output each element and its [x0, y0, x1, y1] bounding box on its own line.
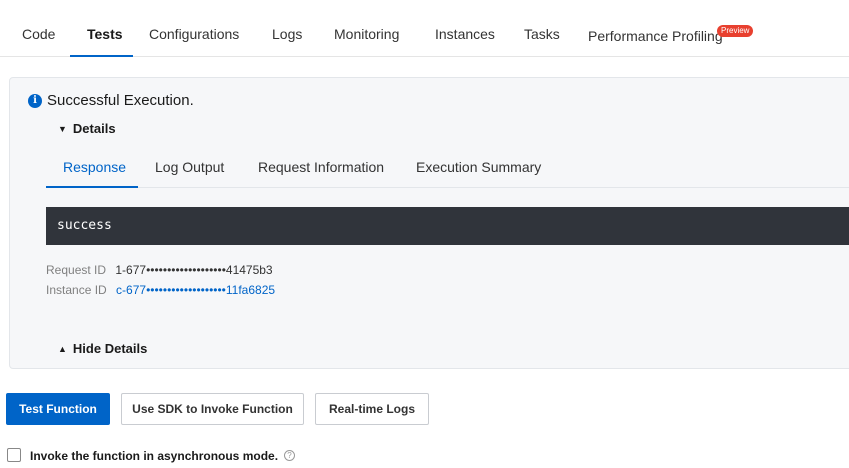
- tab-tests[interactable]: Tests: [87, 26, 123, 42]
- instance-id-row: Instance ID c-677•••••••••••••••••••11fa…: [46, 283, 275, 297]
- async-invoke-label: Invoke the function in asynchronous mode…: [30, 448, 279, 463]
- active-tab-indicator: [70, 55, 133, 57]
- sdk-invoke-button[interactable]: Use SDK to Invoke Function: [121, 393, 304, 425]
- result-sub-tabs: Response Log Output Request Information …: [46, 146, 849, 188]
- async-invoke-row: Invoke the function in asynchronous mode…: [7, 447, 296, 463]
- result-title: Successful Execution.: [47, 92, 194, 109]
- execution-result-panel: i Successful Execution. ▼ Details Respons…: [9, 77, 849, 369]
- async-invoke-checkbox[interactable]: [7, 447, 21, 462]
- top-tab-bar: Code Tests Configurations Logs Monitorin…: [0, 0, 849, 57]
- tab-monitoring[interactable]: Monitoring: [334, 26, 399, 42]
- tab-instances[interactable]: Instances: [435, 26, 495, 42]
- hide-details-toggle[interactable]: ▲ Hide Details: [58, 341, 147, 356]
- tab-log-output[interactable]: Log Output: [155, 159, 224, 175]
- instance-id-link[interactable]: c-677•••••••••••••••••••11fa6825: [116, 283, 275, 297]
- caret-down-icon: ▼: [58, 124, 67, 134]
- preview-badge: Preview: [717, 25, 754, 37]
- tab-code[interactable]: Code: [22, 26, 55, 42]
- tab-performance-profiling[interactable]: Performance Profiling: [588, 28, 723, 44]
- tab-execution-summary[interactable]: Execution Summary: [416, 159, 541, 175]
- response-output: success: [46, 207, 849, 245]
- info-circle-icon: i: [28, 94, 42, 108]
- test-function-button[interactable]: Test Function: [6, 393, 110, 425]
- request-id-row: Request ID 1-677•••••••••••••••••••41475…: [46, 263, 273, 277]
- tab-logs[interactable]: Logs: [272, 26, 302, 42]
- instance-id-label: Instance ID: [46, 283, 107, 297]
- tab-response[interactable]: Response: [63, 159, 126, 175]
- active-sub-tab-indicator: [46, 186, 138, 188]
- details-toggle[interactable]: ▼ Details: [58, 121, 116, 136]
- hide-details-label: Hide Details: [72, 341, 148, 356]
- request-id-value: 1-677•••••••••••••••••••41475b3: [115, 263, 273, 277]
- question-circle-icon[interactable]: ?: [284, 450, 296, 462]
- tab-tasks[interactable]: Tasks: [524, 26, 560, 42]
- request-id-label: Request ID: [46, 263, 107, 277]
- tab-configurations[interactable]: Configurations: [149, 26, 239, 42]
- tab-request-information[interactable]: Request Information: [258, 159, 384, 175]
- caret-up-icon: ▲: [58, 344, 67, 354]
- realtime-logs-button[interactable]: Real-time Logs: [315, 393, 429, 425]
- details-label: Details: [72, 121, 116, 136]
